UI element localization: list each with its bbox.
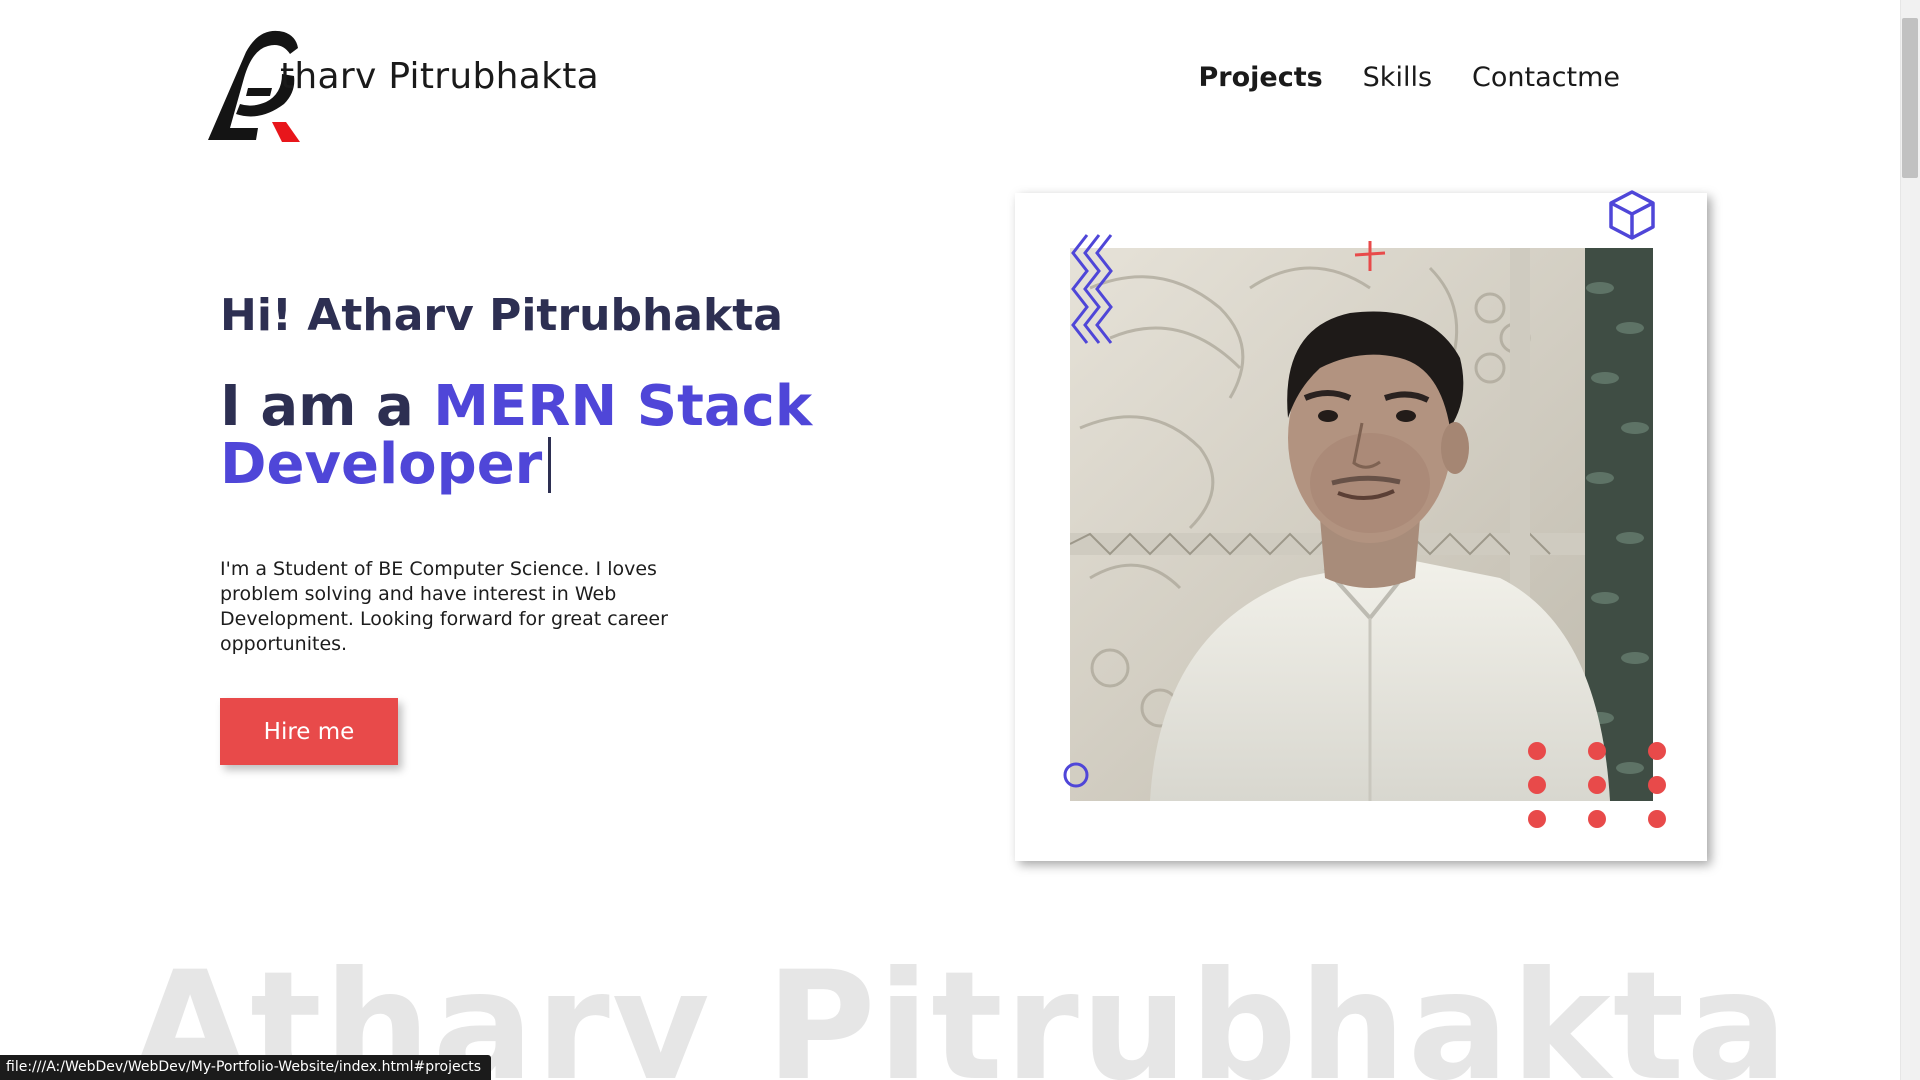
plus-decoration-icon bbox=[1354, 241, 1386, 271]
profile-photo bbox=[1070, 248, 1653, 801]
zigzag-decoration-icon bbox=[1071, 234, 1113, 344]
scrollbar-thumb[interactable] bbox=[1902, 18, 1918, 178]
profile-photo-image bbox=[1070, 248, 1653, 801]
typing-caret bbox=[548, 437, 552, 493]
nav-link-skills[interactable]: Skills bbox=[1363, 62, 1432, 93]
vertical-scrollbar[interactable] bbox=[1900, 0, 1920, 1080]
dot-grid-decoration-icon bbox=[1528, 742, 1666, 828]
hire-me-button[interactable]: Hire me bbox=[220, 698, 398, 765]
portfolio-page: tharv Pitrubhakta Projects Skills Contac… bbox=[0, 0, 1920, 1080]
role-prefix: I am a bbox=[220, 374, 414, 439]
hero-bio: I'm a Student of BE Computer Science. I … bbox=[220, 558, 668, 655]
main-nav: Projects Skills Contactme bbox=[1198, 62, 1620, 93]
nav-link-projects[interactable]: Projects bbox=[1198, 62, 1322, 93]
hero-role: I am a MERN Stack Developer bbox=[220, 378, 820, 494]
ring-decoration-icon bbox=[1063, 762, 1089, 788]
cube-decoration-icon bbox=[1609, 190, 1655, 240]
profile-photo-card bbox=[1015, 190, 1707, 861]
brand-name[interactable]: tharv Pitrubhakta bbox=[280, 56, 599, 97]
nav-link-contactme[interactable]: Contactme bbox=[1472, 62, 1620, 93]
hero-greeting: Hi! Atharv Pitrubhakta bbox=[220, 290, 783, 341]
link-preview-statusbar: file:///A:/WebDev/WebDev/My-Portfolio-We… bbox=[0, 1055, 492, 1080]
